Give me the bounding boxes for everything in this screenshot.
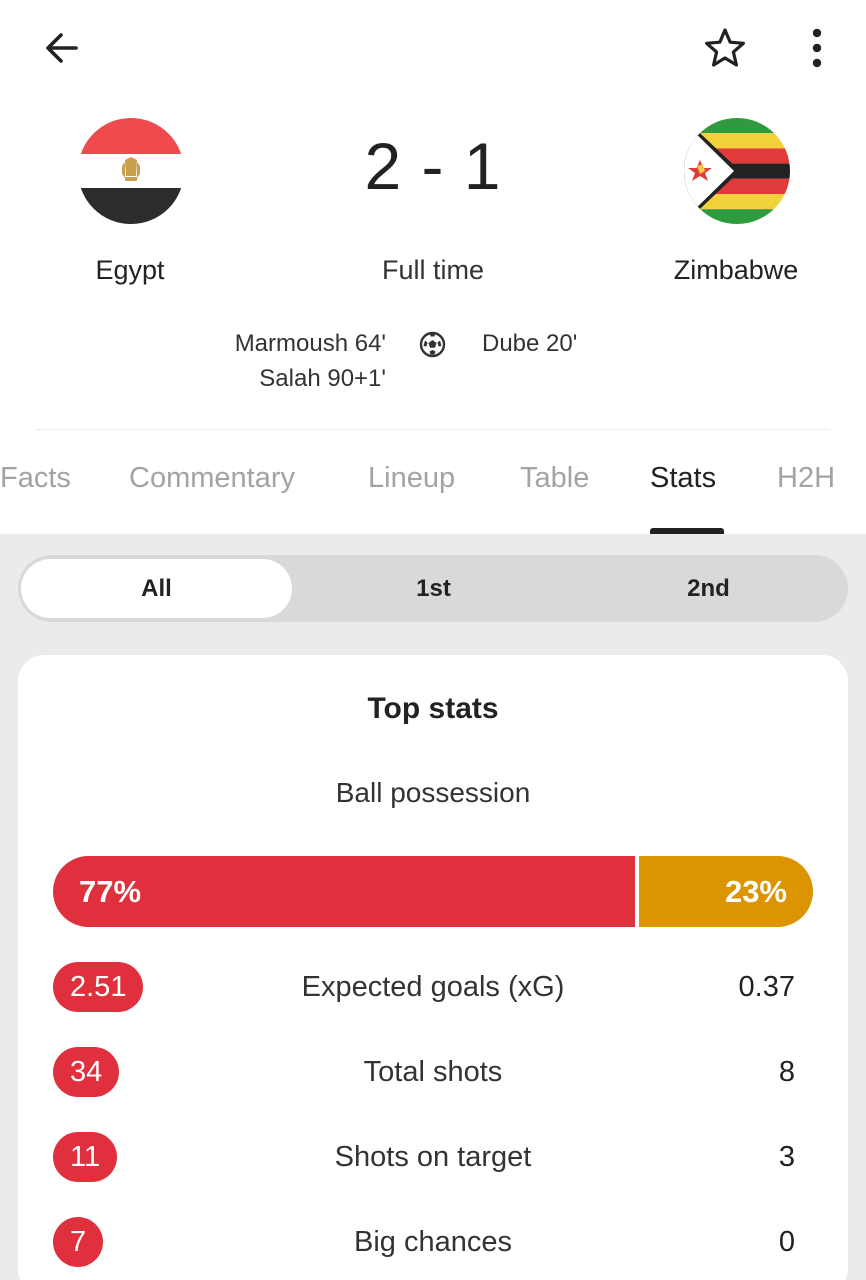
stat-away-value: 0 [778, 1225, 795, 1258]
match-status: Full time [381, 255, 484, 285]
back-button[interactable] [30, 20, 94, 76]
possession-bar: 77% 23% [53, 856, 813, 927]
period-option-all[interactable]: All [21, 559, 292, 618]
arrow-left-icon [46, 33, 78, 63]
tab-stats[interactable]: Stats [650, 462, 716, 495]
favorite-button[interactable] [695, 20, 755, 76]
soccer-ball-icon [419, 331, 446, 358]
stat-home-value: 34 [53, 1047, 120, 1097]
stat-label: Big chances [354, 1225, 512, 1258]
possession-home-value: 77% [79, 873, 142, 909]
stat-home-value: 7 [53, 1217, 104, 1267]
more-vertical-icon [812, 28, 822, 68]
stat-away-value: 8 [778, 1055, 795, 1088]
home-scorer: Salah 90+1' [259, 365, 386, 392]
top-stats-title: Top stats [367, 692, 499, 725]
home-scorer: Marmoush 64' [234, 330, 386, 357]
stat-label: Expected goals (xG) [301, 970, 565, 1003]
possession-home-segment: 77% [53, 856, 635, 927]
possession-away-segment: 23% [639, 856, 813, 927]
tab-lineup[interactable]: Lineup [368, 462, 455, 495]
tab-table[interactable]: Table [520, 462, 589, 495]
stat-row-expected-goals: Expected goals (xG) 2.51 0.37 [53, 962, 803, 1012]
header-divider [36, 429, 830, 430]
period-filter: All 1st 2nd [18, 555, 848, 622]
stat-away-value: 0.37 [738, 970, 795, 1003]
possession-away-value: 23% [724, 873, 787, 909]
stat-home-value: 11 [53, 1132, 118, 1182]
match-score: 2 - 1 [364, 129, 502, 203]
stat-row-big-chances: Big chances 7 0 [53, 1217, 803, 1267]
stat-row-shots-on-target: Shots on target 11 3 [53, 1132, 803, 1182]
stat-away-value: 3 [778, 1140, 795, 1173]
zimbabwe-flag-icon [684, 118, 790, 224]
home-team-flag[interactable] [78, 118, 184, 224]
away-scorer: Dube 20' [482, 330, 578, 357]
stat-label: Total shots [363, 1055, 503, 1088]
tab-facts[interactable]: Facts [0, 462, 71, 495]
egypt-flag-icon [78, 118, 184, 224]
stat-row-total-shots: Total shots 34 8 [53, 1047, 803, 1097]
period-option-1st[interactable]: 1st [298, 559, 569, 618]
period-option-2nd[interactable]: 2nd [573, 559, 844, 618]
away-team-flag[interactable] [684, 118, 790, 224]
tab-h2h[interactable]: H2H [777, 462, 835, 495]
tab-commentary[interactable]: Commentary [129, 462, 295, 495]
ball-possession-label: Ball possession [335, 777, 531, 808]
stat-label: Shots on target [334, 1140, 532, 1173]
more-options-button[interactable] [792, 20, 842, 76]
star-outline-icon [705, 28, 745, 67]
home-team-name[interactable]: Egypt [0, 255, 260, 286]
away-team-name[interactable]: Zimbabwe [606, 255, 866, 286]
stat-home-value: 2.51 [53, 962, 144, 1012]
